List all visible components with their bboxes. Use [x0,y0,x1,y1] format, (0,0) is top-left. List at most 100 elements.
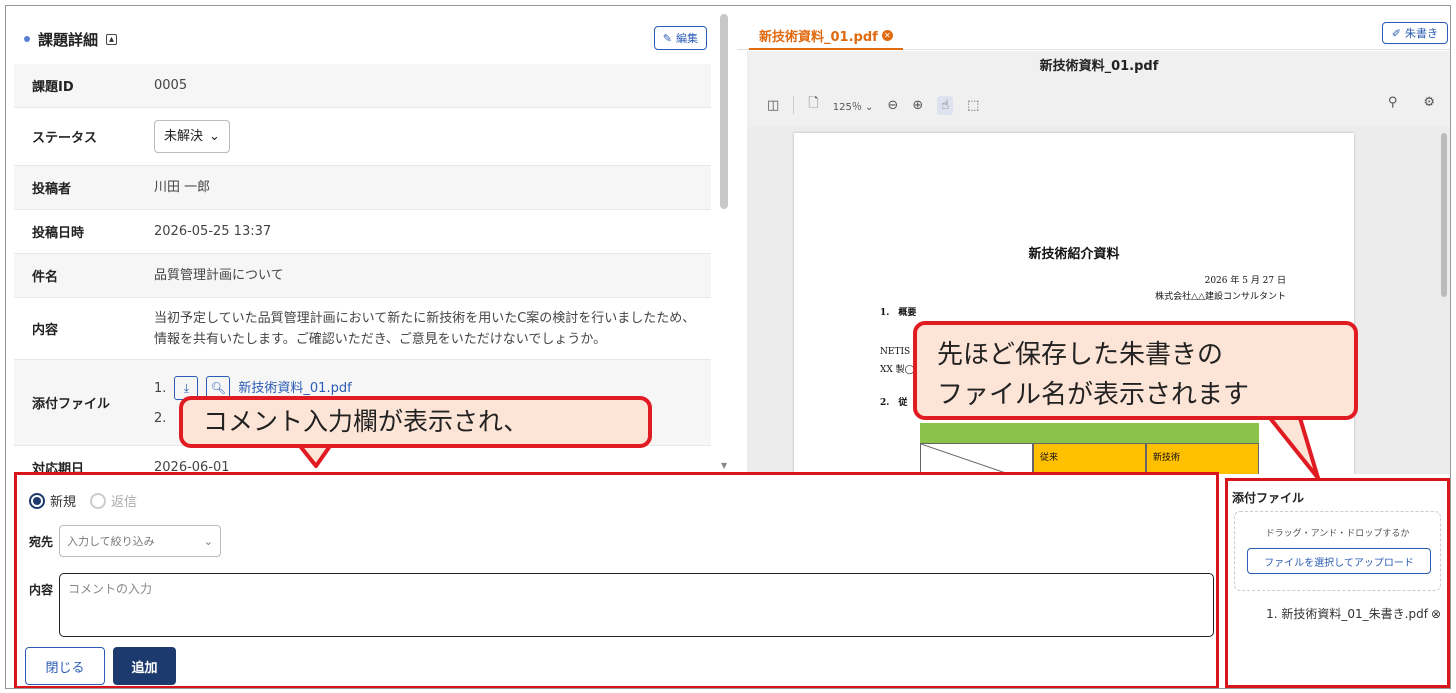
field-row-content: 内容 当初予定していた品質管理計画において新たに新技術を用いたC案の検討を行いま… [14,298,711,360]
callout-line: 先ほど保存した朱書きの [937,340,1224,370]
field-row-author: 投稿者 川田 一郎 [14,166,711,210]
scrollbar-thumb[interactable] [720,14,728,209]
doc-title: 新技術紹介資料 [1028,247,1120,262]
issue-detail-header: 課題詳細 ▴ ✎ 編集 [14,14,711,64]
collapse-icon[interactable]: ▴ [106,33,118,45]
page-title: 課題詳細 [38,30,99,49]
field-row-subject: 件名 品質管理計画について [14,254,711,298]
dropzone-text: ドラッグ・アンド・ドロップするか [1265,529,1410,539]
attachment-panel: 添付ファイル ドラッグ・アンド・ドロップするか ファイルを選択してアップロード … [1225,478,1450,688]
doc-date: 2026 年 5 月 27 日 [1204,276,1286,286]
tab-pdf[interactable]: 新技術資料_01.pdf ✕ [749,22,903,50]
field-row-datetime: 投稿日時 2026-05-25 13:37 [14,210,711,254]
comment-placeholder: コメントの入力 [68,582,153,596]
pdf-file-title: 新技術資料_01.pdf [747,51,1450,83]
doc-company: 株式会社△△建設コンサルタント [1155,292,1286,302]
gear-icon[interactable]: ⚙ [1423,95,1435,110]
field-label: 課題ID [32,80,74,95]
page-icon[interactable]: 🗋 [808,94,818,116]
zoom-value: 125％ [832,101,862,113]
hand-tool-icon[interactable]: ☝ [937,95,954,115]
doc-section-heading: 2. 従 [880,398,908,408]
field-row-status: ステータス 未解決 ⌄ [14,108,711,166]
doc-line: NETIS [880,347,911,357]
attachment-panel-title: 添付ファイル [1232,491,1305,505]
field-label: 添付ファイル [32,397,111,412]
comment-input[interactable]: コメントの入力 [59,573,1215,637]
zoom-out-icon[interactable]: ⊖ [887,98,898,113]
comment-form: 新規 返信 宛先 入力して絞り込み ⌄ 内容 コメントの入力 閉じる 追加 [14,472,1219,688]
pen-icon: ✐ [1391,26,1401,40]
radio-reply[interactable]: 返信 [90,491,137,510]
edit-button[interactable]: ✎ 編集 [653,26,707,50]
comment-type-group: 新規 返信 [29,491,137,510]
field-value: 川田 一郎 [154,180,211,195]
doc-table-header [920,423,1259,443]
markup-button[interactable]: ✐ 朱書き [1381,22,1448,44]
markup-button-label: 朱書き [1405,27,1438,40]
attachment-number: 2. [154,411,167,426]
tab-label: 新技術資料_01.pdf [759,29,878,45]
search-icon[interactable]: ⚲ [1388,95,1398,110]
comment-body-label: 内容 [29,583,54,597]
pdf-tabbar: 新技術資料_01.pdf ✕ ✐ 朱書き [737,14,1450,50]
form-actions: 閉じる 追加 [25,647,176,685]
select-area-icon[interactable]: ⬚ [967,98,979,113]
attached-file-name: 1. 新技術資料_01_朱書き.pdf [1266,607,1428,621]
recipient-label: 宛先 [29,534,54,549]
doc-table-cell: 従来 [1033,443,1146,474]
close-button[interactable]: 閉じる [25,647,105,685]
radio-new[interactable]: 新規 [29,491,76,510]
upload-button[interactable]: ファイルを選択してアップロード [1247,548,1431,574]
diagonal-line [920,443,1011,474]
zoom-in-icon[interactable]: ⊕ [912,98,923,113]
field-label: ステータス [32,131,98,146]
callout-comment: コメント入力欄が表示され、 [179,396,652,448]
doc-table-cell [920,443,1033,474]
doc-table-cell: 新技術 [1146,443,1259,474]
pdf-canvas[interactable]: 新技術紹介資料 2026 年 5 月 27 日 株式会社△△建設コンサルタント … [747,127,1450,474]
detail-scrollbar[interactable]: ▼ [720,14,729,470]
zoom-select[interactable]: 125％ ⌄ [833,98,874,113]
field-label: 件名 [32,270,59,285]
field-row-id: 課題ID 0005 [14,64,711,108]
field-value: 0005 [154,78,188,93]
comment-body-row: 内容 コメントの入力 [29,573,1215,637]
callout-filename: 先ほど保存した朱書きの ファイル名が表示されます [913,321,1358,420]
edit-button-label: 編集 [676,32,698,45]
attachment-number: 1. [154,380,167,396]
sidebar-toggle-icon[interactable]: ◫ [767,98,779,113]
status-value: 未解決 [164,129,204,144]
callout-line: ファイル名が表示されます [937,380,1250,410]
radio-empty-icon [90,492,107,509]
toolbar-divider [793,96,795,114]
doc-paragraph: NETIS XX 製◯ [880,343,915,379]
field-value: 品質管理計画について [154,268,284,283]
chevron-down-icon: ⌄ [209,129,220,144]
field-label: 内容 [32,323,59,338]
doc-section-heading: 1. 概要 [880,308,917,318]
file-dropzone[interactable]: ドラッグ・アンド・ドロップするか ファイルを選択してアップロード [1234,511,1441,591]
pdf-page: 新技術紹介資料 2026 年 5 月 27 日 株式会社△△建設コンサルタント … [794,133,1354,474]
radio-label: 新規 [50,495,77,510]
bullet-icon [24,36,30,42]
content-line: 情報を共有いたします。ご確認いただき、ご意見をいただけないでしょうか。 [154,331,607,347]
recipient-row: 宛先 入力して絞り込み ⌄ [29,525,222,557]
field-label: 投稿者 [32,182,72,197]
pencil-icon: ✎ [662,31,672,45]
attached-file-item: 1. 新技術資料_01_朱書き.pdf ⊗ [1266,605,1441,622]
field-value: 2026-05-25 13:37 [154,224,272,239]
radio-label: 返信 [111,495,138,510]
add-button[interactable]: 追加 [113,647,176,685]
field-row-due: 対応期日 2026-06-01 [14,446,711,474]
close-tab-icon[interactable]: ✕ [881,29,893,41]
radio-selected-icon [29,492,45,509]
remove-file-icon[interactable]: ⊗ [1431,607,1441,621]
recipient-placeholder: 入力して絞り込み [67,535,155,548]
recipient-select[interactable]: 入力して絞り込み ⌄ [59,525,222,557]
chevron-down-icon: ⌄ [203,534,214,548]
doc-line: XX 製◯ [880,365,915,375]
status-select[interactable]: 未解決 ⌄ [154,120,230,153]
scroll-down-icon[interactable]: ▼ [721,461,727,470]
pdf-scrollbar[interactable] [1441,133,1447,297]
